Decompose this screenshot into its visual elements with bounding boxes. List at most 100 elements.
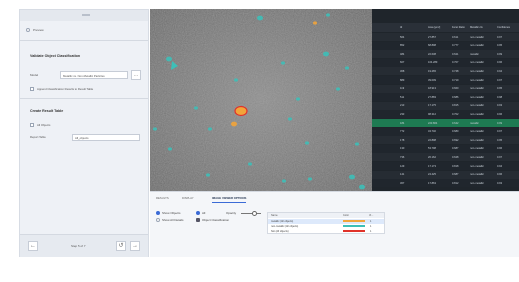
micrograph-canvas[interactable]	[150, 9, 372, 191]
report-table-select[interactable]: All_objects	[72, 134, 140, 141]
table-row[interactable]: 213 17.175 0.815 non-metallic 0.93	[372, 101, 519, 110]
legend-header-name: Name	[271, 214, 278, 217]
legend-color-swatch[interactable]	[343, 230, 365, 232]
column-header-ratio[interactable]: Feret Ratio	[452, 26, 465, 29]
metallic-particle[interactable]	[313, 21, 317, 25]
cell-confidence: 0.97	[497, 78, 503, 82]
non-metallic-particle[interactable]	[336, 87, 340, 91]
cell-class: non-metallic	[470, 164, 484, 168]
table-row[interactable]: 119 18.913 0.660 non-metallic 0.95	[372, 84, 519, 93]
cell-id: 607	[400, 61, 405, 65]
cell-area: 34.740	[428, 130, 436, 134]
drag-handle[interactable]	[82, 14, 90, 16]
table-row[interactable]: 889 39.009 0.719 non-metallic 0.97	[372, 76, 519, 84]
cell-class: non-metallic	[470, 78, 484, 82]
legend-color-swatch[interactable]	[343, 220, 365, 222]
legend-visible[interactable]: 1	[370, 220, 371, 223]
non-metallic-particle[interactable]	[282, 179, 286, 183]
non-metallic-particle[interactable]	[281, 61, 285, 65]
table-row[interactable]: 484 22.638 0.621 metallic 0.99	[372, 50, 519, 59]
table-row[interactable]: 852 68.898 0.777 non-metallic 0.95	[372, 41, 519, 50]
show-all-details-radio[interactable]	[156, 218, 160, 222]
cell-ratio: 0.611	[452, 35, 459, 39]
non-metallic-particle[interactable]	[248, 162, 252, 166]
opacity-slider-handle[interactable]	[252, 210, 257, 216]
undo-button[interactable]: ↺	[116, 241, 126, 251]
non-metallic-particle[interactable]	[153, 127, 157, 131]
legend-color-swatch[interactable]	[343, 225, 365, 227]
non-metallic-particle[interactable]	[166, 56, 172, 62]
class-legend-table[interactable]: Name Color Vi... metallic (All objects) …	[267, 212, 385, 234]
legend-visible[interactable]: 1	[370, 225, 371, 228]
non-metallic-particle[interactable]	[308, 177, 312, 181]
metallic-particle[interactable]	[231, 121, 237, 127]
cell-confidence: 0.95	[497, 44, 503, 48]
cell-class: non-metallic	[470, 44, 484, 48]
table-row[interactable]: 178 22.898 0.692 non-metallic 0.95	[372, 136, 519, 145]
column-header-confidence[interactable]: Confidence	[497, 26, 510, 29]
cell-area: 27.883	[428, 95, 436, 99]
preview-toggle[interactable]: Preview	[26, 25, 144, 37]
object-classification-label: Object Classification	[202, 218, 230, 222]
table-row[interactable]: 233 98.312 0.702 non-metallic 0.96	[372, 110, 519, 119]
table-row[interactable]: 736 26.162 0.628 non-metallic 0.97	[372, 153, 519, 162]
table-row[interactable]: 772 34.740 0.680 non-metallic 0.97	[372, 127, 519, 136]
show-objects-radio[interactable]	[156, 211, 160, 215]
cell-confidence: 0.93	[497, 104, 503, 108]
non-metallic-particle[interactable]	[305, 141, 309, 145]
all-radio[interactable]	[196, 211, 200, 215]
tab-display[interactable]: DISPLAY	[182, 196, 194, 200]
non-metallic-particle[interactable]	[208, 127, 212, 131]
non-metallic-particle[interactable]	[257, 15, 263, 21]
selected-particle[interactable]	[234, 105, 248, 117]
legend-name: non-metallic (All objects)	[271, 224, 299, 228]
non-metallic-particle[interactable]	[194, 106, 198, 110]
table-row[interactable]: 184 223.864 0.642 metallic 0.99	[372, 119, 519, 127]
cell-area: 19.265	[428, 69, 436, 73]
table-row[interactable]: 368 19.265 0.748 non-metallic 0.94	[372, 67, 519, 76]
non-metallic-particle[interactable]	[323, 51, 329, 57]
table-row[interactable]: 367 17.863 0.812 non-metallic 0.93	[372, 179, 519, 188]
cell-class: non-metallic	[470, 155, 484, 159]
opacity-slider-track[interactable]	[241, 212, 261, 214]
cell-id: 119	[400, 87, 405, 91]
results-table[interactable]: Id Area [µm²] Feret Ratio Metallic cls C…	[372, 9, 519, 191]
legend-visible[interactable]: 1	[370, 230, 371, 233]
cell-id: 564	[400, 35, 405, 39]
all-objects-checkbox[interactable]	[30, 123, 34, 127]
back-button[interactable]: ←	[28, 241, 38, 251]
model-select[interactable]: Metallic vs. Non-Metallic Particles	[60, 71, 128, 79]
table-row[interactable]: 141 24.425 0.687 non-metallic 0.96	[372, 170, 519, 179]
table-row[interactable]: 564 27.857 0.611 non-metallic 0.97	[372, 33, 519, 41]
cell-class: metallic	[470, 121, 479, 125]
non-metallic-particle[interactable]	[349, 174, 355, 180]
next-button[interactable]: →	[130, 241, 140, 251]
preview-radio[interactable]	[26, 28, 30, 32]
non-metallic-particle[interactable]	[288, 117, 292, 121]
tab-results[interactable]: RESULTS	[156, 196, 169, 200]
non-metallic-particle[interactable]	[326, 13, 330, 17]
table-row[interactable]: 607 104.289 0.707 non-metallic 0.96	[372, 58, 519, 67]
non-metallic-particle[interactable]	[296, 97, 300, 101]
non-metallic-particle[interactable]	[359, 184, 365, 190]
table-row[interactable]: 129 17.173 0.818 non-metallic 0.94	[372, 162, 519, 170]
object-classification-checkbox[interactable]	[196, 218, 200, 222]
non-metallic-particle[interactable]	[168, 147, 172, 151]
non-metallic-particle[interactable]	[206, 173, 210, 177]
cell-ratio: 0.628	[452, 155, 459, 159]
cell-confidence: 0.93	[497, 181, 503, 185]
legend-row[interactable]: Not (All objects) 1	[268, 229, 384, 234]
column-header-class[interactable]: Metallic cls	[470, 26, 483, 29]
non-metallic-particle[interactable]	[355, 142, 359, 146]
image-viewer[interactable]	[150, 9, 372, 191]
append-results-checkbox[interactable]	[30, 87, 34, 91]
column-header-id[interactable]: Id	[400, 26, 402, 29]
non-metallic-particle[interactable]	[234, 78, 238, 82]
browse-model-button[interactable]: ...	[131, 70, 141, 80]
tab-image-viewer-options[interactable]: IMAGE VIEWER OPTIONS	[212, 196, 246, 200]
table-row[interactable]: 511 27.883 0.686 non-metallic 0.98	[372, 93, 519, 102]
non-metallic-particle[interactable]	[345, 66, 349, 70]
column-header-area[interactable]: Area [µm²]	[428, 26, 440, 29]
table-row[interactable]: 130 53.798 0.687 non-metallic 0.96	[372, 144, 519, 153]
cell-area: 104.289	[428, 61, 438, 65]
